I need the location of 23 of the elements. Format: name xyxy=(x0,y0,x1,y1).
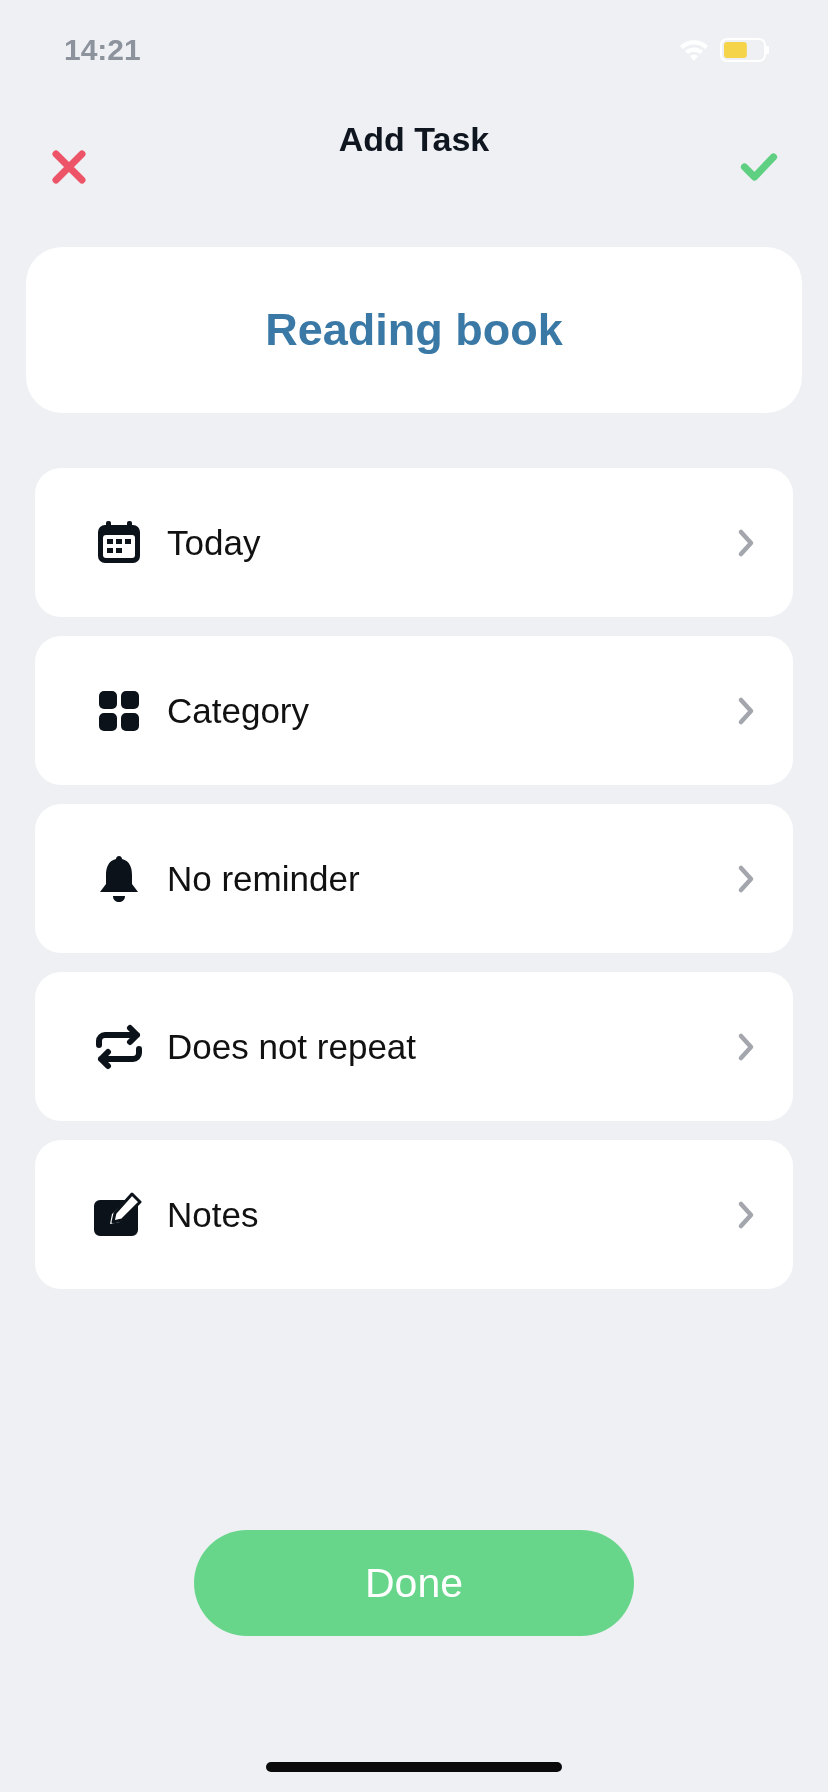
option-row[interactable]: No reminder xyxy=(35,804,793,953)
option-label: Today xyxy=(167,522,262,563)
repeat-icon xyxy=(94,1023,144,1070)
chevron-icon xyxy=(737,1031,755,1062)
screen-title: Add Task xyxy=(338,120,490,159)
status-time: 14:21 xyxy=(64,33,141,67)
chevron-icon xyxy=(737,695,755,726)
option-row[interactable]: Today xyxy=(35,468,793,617)
bell-icon xyxy=(97,853,141,904)
chevron-icon xyxy=(737,863,755,894)
option-label: No reminder xyxy=(167,858,361,899)
note-icon xyxy=(94,1191,144,1238)
task-name-field[interactable]: Reading book xyxy=(26,247,802,413)
option-row[interactable]: Notes xyxy=(35,1140,793,1289)
battery-icon xyxy=(720,38,770,62)
option-row[interactable]: Does not repeat xyxy=(35,972,793,1121)
grid-icon xyxy=(97,688,141,733)
chevron-icon xyxy=(737,1199,755,1230)
chevron-icon xyxy=(737,527,755,558)
option-label: Category xyxy=(167,690,311,731)
option-label: Does not repeat xyxy=(167,1026,418,1067)
option-label: Notes xyxy=(167,1194,260,1235)
option-row[interactable]: Category xyxy=(35,636,793,785)
